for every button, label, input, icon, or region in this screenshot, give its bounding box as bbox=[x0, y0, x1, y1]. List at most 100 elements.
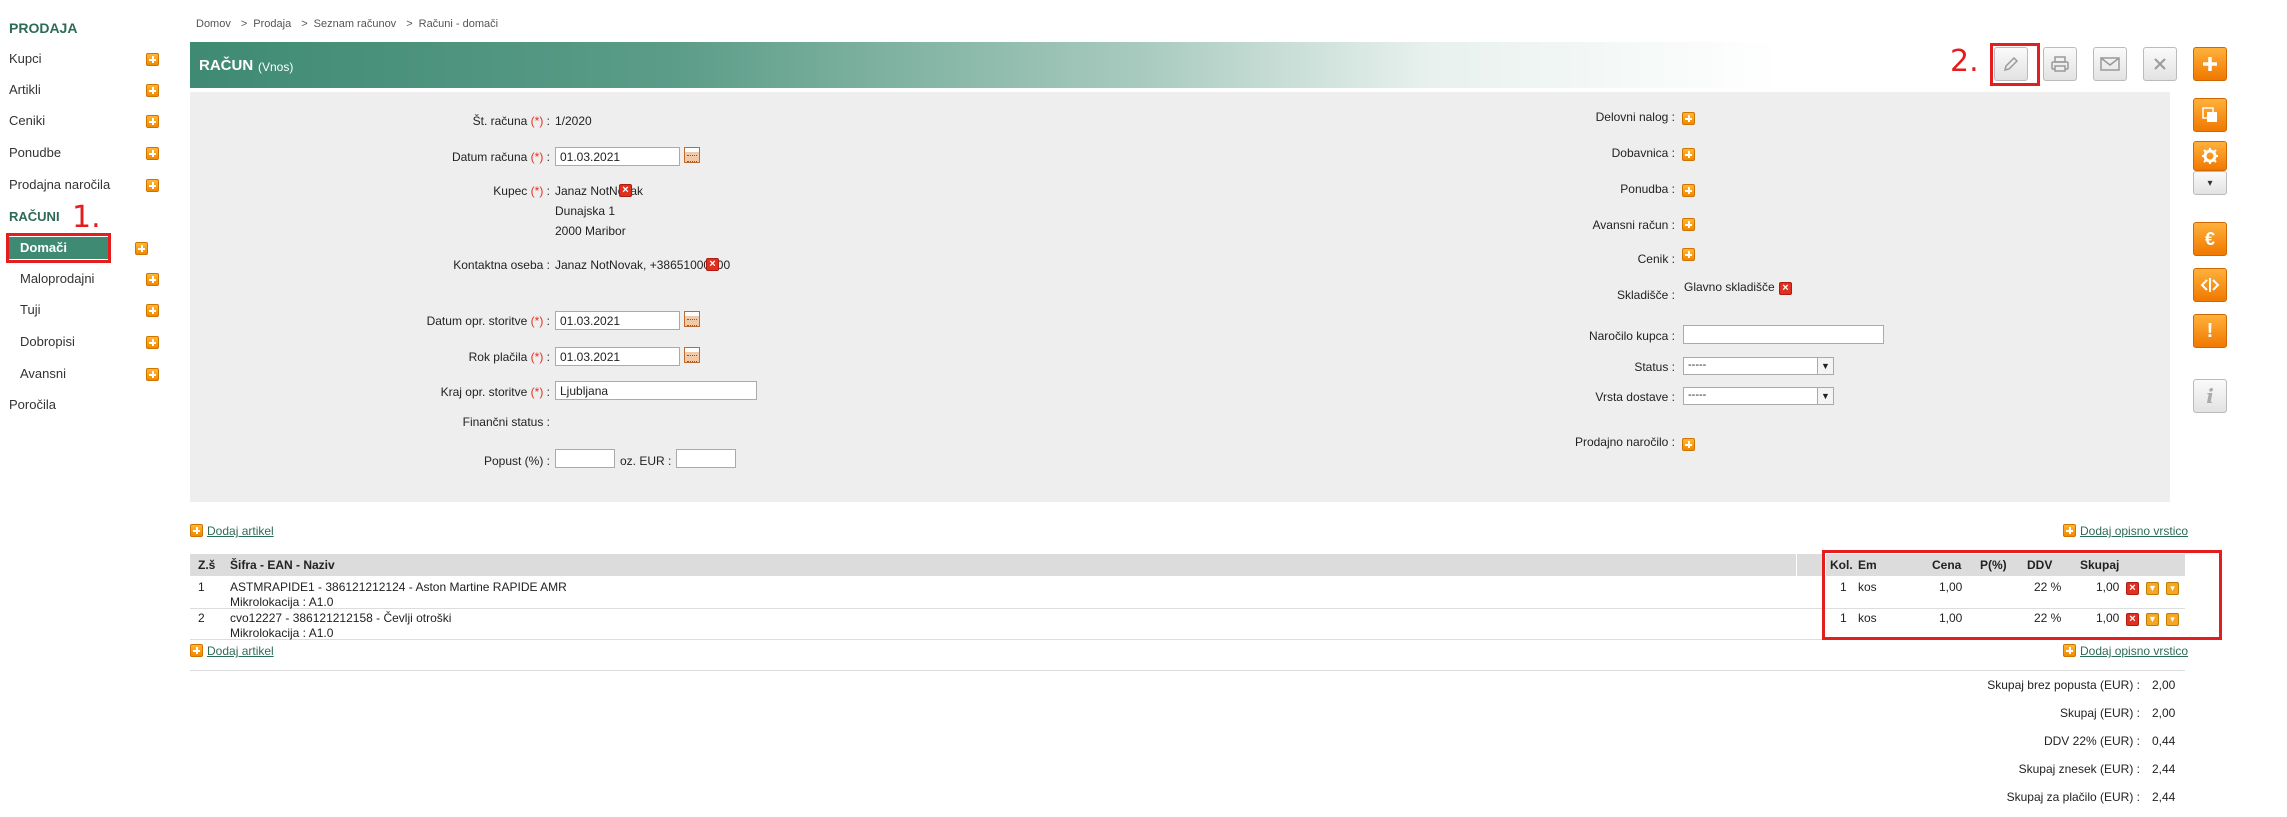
calendar-icon[interactable] bbox=[684, 347, 700, 363]
gear-icon bbox=[2202, 148, 2218, 164]
email-button[interactable] bbox=[2093, 47, 2127, 81]
plus-icon bbox=[190, 644, 203, 657]
add-item-link[interactable]: Dodaj artikel bbox=[190, 644, 274, 658]
cancel-button[interactable] bbox=[2143, 47, 2177, 81]
add-icon[interactable] bbox=[146, 53, 159, 66]
add-icon[interactable] bbox=[135, 242, 148, 255]
total-label: Skupaj (EUR) : bbox=[2059, 706, 2140, 720]
customer-order-field[interactable] bbox=[1683, 325, 1884, 344]
add-work-order-icon[interactable] bbox=[1682, 112, 1695, 125]
customer-order-label: Naročilo kupca : bbox=[1588, 329, 1675, 343]
sidebar-item-label: Ponudbe bbox=[9, 145, 62, 160]
sidebar-item-ceniki[interactable]: Ceniki bbox=[9, 110, 159, 132]
sidebar-item-label: Artikli bbox=[9, 82, 41, 97]
service-date-field[interactable] bbox=[555, 311, 680, 330]
status-selected-value: ----- bbox=[1688, 359, 1707, 371]
remove-customer-icon[interactable]: × bbox=[619, 184, 632, 197]
total-value: 2,44 bbox=[2152, 790, 2176, 804]
quote-label: Ponudba : bbox=[1620, 182, 1675, 196]
currency-button[interactable]: € bbox=[2193, 222, 2227, 256]
delivery-type-select[interactable]: ----- ▼ bbox=[1683, 387, 1834, 405]
settings-dropdown[interactable]: ▾ bbox=[2193, 171, 2227, 195]
copy-button[interactable] bbox=[2193, 98, 2227, 132]
chevron-down-icon: ▼ bbox=[1817, 388, 1833, 404]
discount-percent-field[interactable] bbox=[555, 449, 615, 468]
total-value: 0,44 bbox=[2152, 734, 2176, 748]
calendar-icon[interactable] bbox=[684, 147, 700, 163]
copy-icon bbox=[2202, 107, 2217, 122]
add-description-link[interactable]: Dodaj opisno vrstico bbox=[2063, 524, 2188, 538]
service-date-label: Datum opr. storitve (*) : bbox=[426, 314, 550, 328]
sidebar: PRODAJA Kupci Artikli Ceniki Ponudbe Pro… bbox=[0, 0, 160, 817]
breadcrumb-item[interactable]: Seznam računov bbox=[314, 18, 397, 30]
breadcrumb-item[interactable]: Prodaja bbox=[253, 18, 291, 30]
due-date-label: Rok plačila (*) : bbox=[468, 350, 550, 364]
add-pricelist-icon[interactable] bbox=[1682, 248, 1695, 261]
close-icon bbox=[2154, 58, 2166, 70]
print-button[interactable] bbox=[2043, 47, 2077, 81]
sidebar-item-porocila[interactable]: Poročila bbox=[9, 394, 159, 416]
breadcrumb-item[interactable]: Domov bbox=[196, 18, 231, 30]
sidebar-item-prodajna-narocila[interactable]: Prodajna naročila bbox=[9, 174, 159, 196]
add-icon[interactable] bbox=[146, 304, 159, 317]
sidebar-item-kupci[interactable]: Kupci bbox=[9, 48, 159, 70]
add-icon[interactable] bbox=[146, 273, 159, 286]
sidebar-item-label: Tuji bbox=[20, 302, 41, 317]
add-icon[interactable] bbox=[146, 179, 159, 192]
chevron-down-icon: ▾ bbox=[2207, 177, 2213, 189]
add-icon[interactable] bbox=[146, 115, 159, 128]
annotation-label-2: 2. bbox=[1950, 44, 1979, 79]
sidebar-heading-racuni: RAČUNI bbox=[9, 209, 60, 224]
sidebar-item-dobropisi[interactable]: Dobropisi bbox=[20, 331, 159, 353]
delivery-type-label: Vrsta dostave : bbox=[1595, 390, 1675, 404]
work-order-label: Delovni nalog : bbox=[1595, 110, 1675, 124]
breadcrumb-separator: > bbox=[301, 18, 308, 30]
sidebar-heading-prodaja: PRODAJA bbox=[9, 20, 78, 36]
chevron-down-icon: ▼ bbox=[1817, 358, 1833, 374]
invoice-date-field[interactable] bbox=[555, 147, 680, 166]
add-description-link[interactable]: Dodaj opisno vrstico bbox=[2063, 644, 2188, 658]
add-quote-icon[interactable] bbox=[1682, 184, 1695, 197]
annotation-box-1 bbox=[6, 233, 111, 263]
sidebar-item-ponudbe[interactable]: Ponudbe bbox=[9, 142, 159, 164]
add-icon[interactable] bbox=[146, 368, 159, 381]
column-divider bbox=[1796, 554, 1797, 576]
plus-icon bbox=[2063, 644, 2076, 657]
add-delivery-note-icon[interactable] bbox=[1682, 148, 1695, 161]
sidebar-item-artikli[interactable]: Artikli bbox=[9, 79, 159, 101]
info-button[interactable]: i bbox=[2193, 379, 2227, 413]
warning-button[interactable]: ! bbox=[2193, 314, 2227, 348]
add-icon[interactable] bbox=[146, 84, 159, 97]
discount-eur-field[interactable] bbox=[676, 449, 736, 468]
row-item-name[interactable]: cvo12227 - 386121212158 - Čevlji otroški bbox=[230, 611, 451, 625]
add-icon[interactable] bbox=[146, 147, 159, 160]
due-date-field[interactable] bbox=[555, 347, 680, 366]
breadcrumb-separator: > bbox=[240, 18, 248, 30]
add-item-link[interactable]: Dodaj artikel bbox=[190, 524, 274, 538]
calendar-icon[interactable] bbox=[684, 311, 700, 327]
total-value: 2,00 bbox=[2152, 706, 2176, 720]
status-select[interactable]: ----- ▼ bbox=[1683, 357, 1834, 375]
annotation-box-table bbox=[1822, 550, 2222, 640]
col-header-no: Z.š bbox=[198, 558, 216, 572]
sidebar-item-avansni[interactable]: Avansni bbox=[20, 363, 159, 385]
sidebar-item-maloprodajni[interactable]: Maloprodajni bbox=[20, 268, 159, 290]
total-label: Skupaj brez popusta (EUR) : bbox=[1987, 678, 2140, 692]
settings-button[interactable] bbox=[2193, 141, 2227, 171]
invoice-form: Št. računa (*) : 1/2020 Datum računa (*)… bbox=[190, 92, 2170, 502]
add-advance-invoice-icon[interactable] bbox=[1682, 218, 1695, 231]
code-button[interactable] bbox=[2193, 268, 2227, 302]
row-no: 2 bbox=[198, 611, 205, 625]
sidebar-item-label: Prodajna naročila bbox=[9, 177, 111, 192]
row-item-name[interactable]: ASTMRAPIDE1 - 386121212124 - Aston Marti… bbox=[230, 580, 567, 594]
remove-contact-icon[interactable]: × bbox=[706, 258, 719, 271]
customer-label: Kupec (*) : bbox=[493, 184, 550, 198]
add-icon[interactable] bbox=[146, 336, 159, 349]
service-place-field[interactable] bbox=[555, 381, 757, 400]
sidebar-item-tuji[interactable]: Tuji bbox=[20, 299, 159, 321]
add-sales-order-icon[interactable] bbox=[1682, 438, 1695, 451]
exclamation-icon: ! bbox=[2206, 319, 2214, 342]
service-place-label: Kraj opr. storitve (*) : bbox=[440, 385, 550, 399]
new-button[interactable] bbox=[2193, 47, 2227, 81]
remove-warehouse-icon[interactable]: × bbox=[1779, 282, 1792, 295]
